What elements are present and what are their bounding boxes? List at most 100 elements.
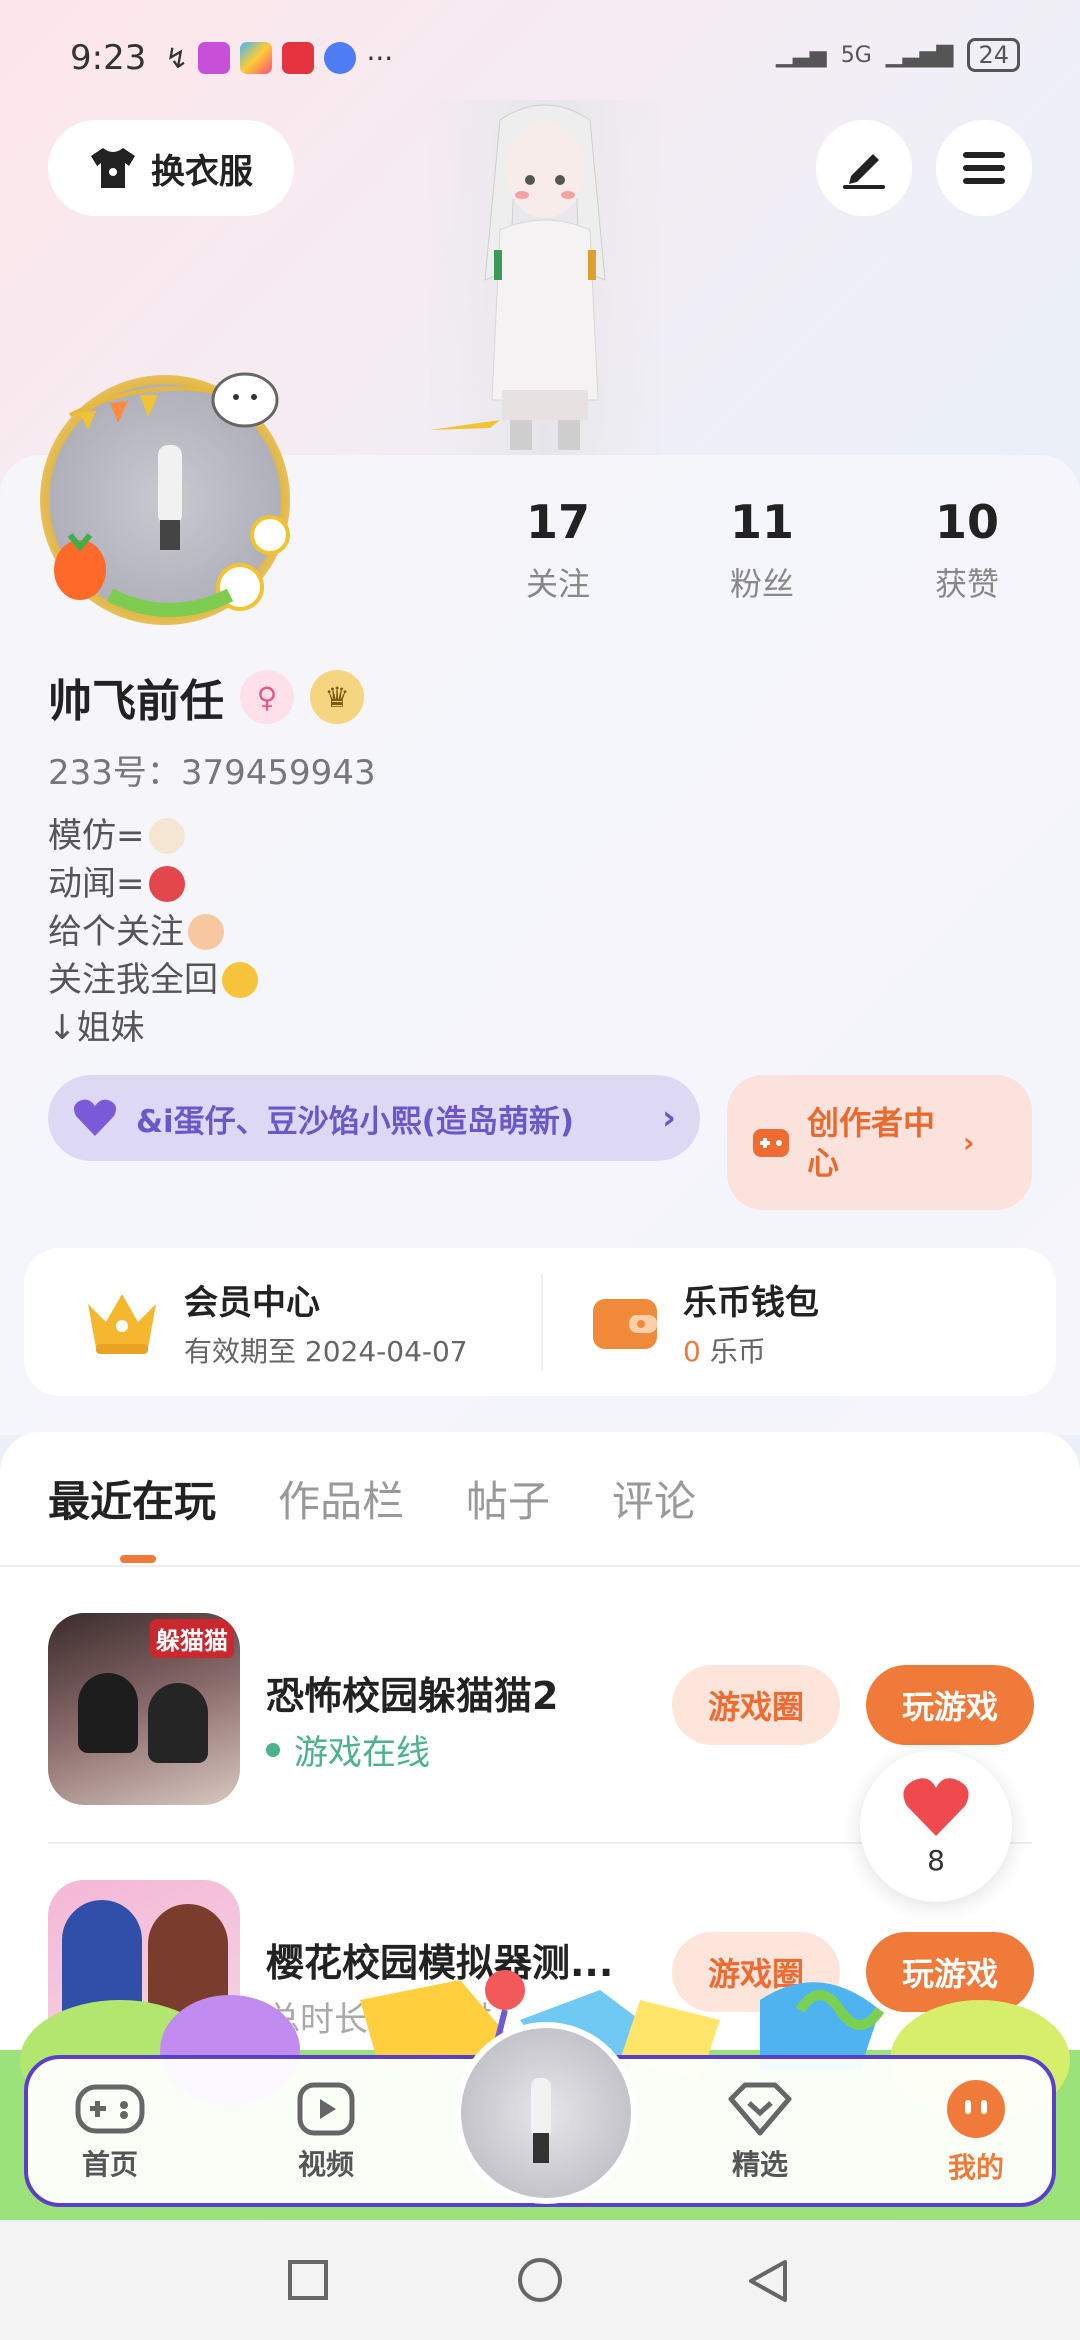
avatar-character-figure [430,100,660,455]
nav-video-label: 视频 [297,2148,354,2181]
nav-home[interactable]: 首页 [40,2059,180,2205]
nav-featured[interactable]: 精选 [690,2059,830,2205]
nav-home-label: 首页 [81,2148,138,2181]
menu-button[interactable] [936,120,1032,216]
play-game-button[interactable]: 玩游戏 [866,1665,1034,1745]
profile-name: 帅飞前任 [48,676,224,727]
shirt-icon [91,148,135,188]
kiss-emoji-icon [222,962,258,998]
game-status: 游戏在线 [266,1725,430,1774]
chevron-right-icon: › [963,1126,975,1159]
wallet-icon [593,1299,657,1349]
change-outfit-button[interactable]: 换衣服 [48,120,294,216]
close-friend-pill[interactable]: &i蛋仔、豆沙馅小熙(造岛萌新) › [48,1075,700,1161]
like-count: 8 [927,1843,945,1877]
tab-indicator [120,1555,156,1563]
female-icon: ♀ [240,670,294,724]
wallet-unit: 乐币 [709,1334,766,1368]
stat-likes[interactable]: 10 获赞 [887,495,1047,605]
likes-count: 10 [934,495,999,549]
wallet[interactable]: 乐币钱包 0 乐币 [589,1248,819,1396]
signal-strong-icon: ▁▃▅▇ [885,42,954,68]
diamond-icon [728,2082,792,2136]
creator-center-label: 创作者中心 [807,1103,936,1182]
wallet-amount: 0 [683,1334,701,1368]
vip-wallet-card: 会员中心 有效期至 2024-04-07 乐币钱包 0 乐币 [24,1248,1056,1396]
divider [541,1274,543,1370]
followers-count: 11 [729,495,794,549]
tab-bar: 最近在玩 作品栏 帖子 评论 [48,1468,696,1529]
recents-button[interactable] [288,2260,328,2300]
menu-icon [963,152,1005,184]
nav-featured-label: 精选 [731,2148,788,2181]
heart-icon [903,1777,969,1836]
gamepad-creator-icon [753,1128,789,1157]
edit-button[interactable] [816,120,912,216]
nav-video[interactable]: 视频 [256,2059,396,2205]
stat-following[interactable]: 17 关注 [478,495,638,605]
dog-emoji-icon [148,818,185,854]
game-circle-button[interactable]: 游戏圈 [672,1665,840,1745]
likes-label: 获赞 [934,565,999,603]
game-status-label: 游戏在线 [294,1733,430,1773]
game-character [148,1683,208,1763]
video-play-icon [297,2082,355,2136]
system-nav-bar [0,2222,1080,2340]
purple-heart-icon [74,1099,116,1136]
wallet-title: 乐币钱包 [683,1282,819,1323]
music-app-icon [324,42,357,74]
app-notification-icon: ↯ [165,42,189,75]
bio-line: 给个关注 [48,912,184,952]
crown-icon [88,1294,156,1354]
like-bubble[interactable]: 8 [860,1750,1012,1902]
mini-avatar-figure [531,2078,551,2163]
tab-works[interactable]: 作品栏 [278,1468,404,1529]
crown-badge-icon[interactable]: ♛ [310,670,364,724]
home-button[interactable] [518,2258,562,2302]
creator-center-button[interactable]: 创作者中心 › [727,1075,1032,1210]
stat-followers[interactable]: 11 粉丝 [682,495,842,605]
pen-icon [843,154,885,189]
center-avatar-button[interactable] [455,2022,637,2204]
network-label: 5G [840,42,872,68]
battery-indicator: 24 [967,38,1020,72]
avatar-frame-decoration [54,372,290,617]
red-app-icon [282,42,315,74]
boxing-glove-emoji-icon [148,866,185,902]
online-dot [266,1742,280,1757]
divider [0,1565,1080,1567]
vip-center[interactable]: 会员中心 有效期至 2024-04-07 [82,1248,468,1396]
profile-face-icon [947,2080,1005,2138]
change-outfit-label: 换衣服 [151,151,253,192]
status-right: ▁▃▅ 5G ▁▃▅▇ 24 [776,38,1020,72]
bio-line: 动闻= [48,864,145,904]
user-id[interactable]: 233号：379459943 [48,745,376,794]
more-icon: ··· [366,42,394,75]
back-button[interactable] [745,2258,789,2304]
chevron-right-icon: › [661,1098,676,1138]
video-app-icon [198,42,231,74]
bouquet-emoji-icon [188,914,224,950]
following-count: 17 [525,495,590,549]
game-name: 恐怖校园躲猫猫2 [266,1674,559,1718]
following-label: 关注 [525,565,590,603]
bio: 模仿= 动闻= 给个关注 关注我全回 ↓姐妹 [48,812,258,1052]
game-character [78,1673,138,1753]
tab-recent-play[interactable]: 最近在玩 [48,1468,216,1529]
followers-label: 粉丝 [729,565,794,603]
app-icon [240,42,273,74]
nav-mine[interactable]: 我的 [906,2059,1046,2205]
vip-expiry: 有效期至 2024-04-07 [184,1334,468,1368]
signal-icon: ▁▃▅ [775,42,827,68]
nav-mine-label: 我的 [947,2151,1004,2184]
tab-posts[interactable]: 帖子 [466,1468,550,1529]
bio-line: 模仿= [48,816,145,856]
notification-icons: ↯ ··· [165,42,393,75]
profile-name-row: 帅飞前任 ♀ ♛ [48,665,364,729]
gamepad-icon [75,2084,145,2134]
status-time: 9:23 [70,38,147,78]
bio-line: ↓姐妹 [48,1008,145,1048]
game-icon[interactable]: 躲猫猫 [48,1613,240,1805]
tab-comments[interactable]: 评论 [612,1468,696,1529]
bio-line: 关注我全回 [48,960,218,1000]
